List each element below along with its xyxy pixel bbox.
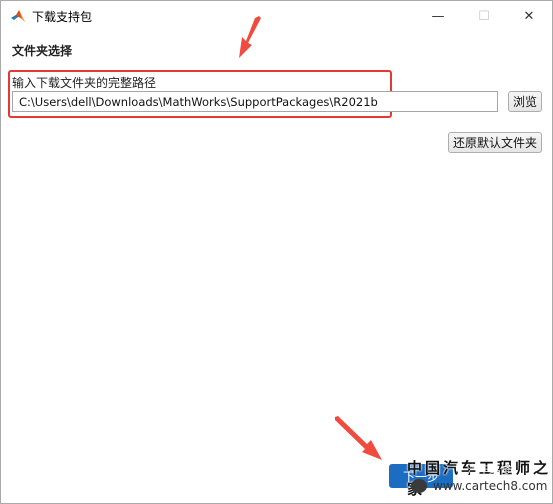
annotation-arrow-top	[239, 16, 261, 58]
wechat-logo-icon	[411, 479, 427, 493]
browse-button[interactable]: 浏览	[508, 91, 542, 112]
minimize-button[interactable]: —	[415, 1, 461, 31]
download-path-input[interactable]	[12, 91, 498, 112]
restore-default-folder-button[interactable]: 还原默认文件夹	[448, 132, 542, 153]
maximize-button[interactable]: ☐	[461, 1, 507, 31]
close-button[interactable]: ✕	[506, 1, 552, 31]
watermark-tag: 汽车维修	[467, 463, 511, 476]
path-field-label: 输入下载文件夹的完整路径	[12, 76, 157, 90]
download-support-package-window: 下载支持包 — ☐ ✕ 文件夹选择 输入下载文件夹的完整路径 浏览 还原默认文件…	[0, 0, 553, 504]
window-title: 下载支持包	[32, 10, 93, 24]
title-bar: 下载支持包 — ☐ ✕	[1, 1, 552, 31]
section-label: 文件夹选择	[12, 44, 73, 58]
matlab-logo-icon	[11, 10, 25, 22]
watermark-footer: www.cartech8.com	[411, 479, 547, 493]
annotation-arrow-bottom	[335, 416, 382, 460]
watermark-site: www.cartech8.com	[433, 479, 548, 493]
